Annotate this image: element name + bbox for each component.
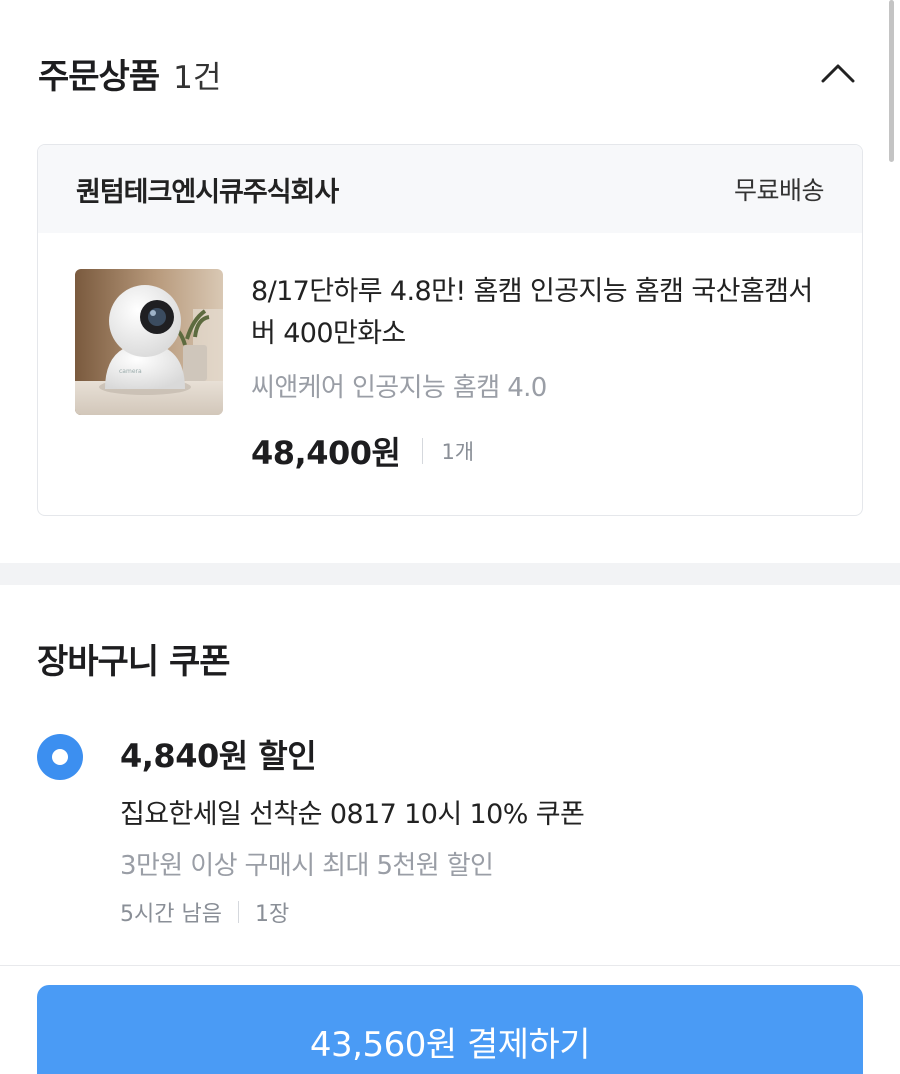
order-title-group: 주문상품 1건 bbox=[38, 49, 221, 98]
seller-header: 퀀텀테크엔시큐주식회사 무료배송 bbox=[38, 145, 862, 233]
product-option: 씨앤케어 인공지능 홈캠 4.0 bbox=[251, 373, 547, 403]
coupon-count: 1장 bbox=[254, 902, 290, 927]
collapse-button[interactable] bbox=[816, 51, 860, 95]
radio-dot-icon bbox=[52, 749, 68, 765]
bottom-divider bbox=[0, 965, 900, 966]
pay-button[interactable]: 43,560원 결제하기 bbox=[37, 985, 863, 1074]
coupon-details: 4,840원 할인 집요한세일 선착순 0817 10시 10% 쿠폰 3만원 … bbox=[120, 730, 820, 928]
order-section-title: 주문상품 bbox=[38, 56, 160, 97]
checkout-page: 주문상품 1건 퀀텀테크엔시큐주식회사 무료배송 camera 8/17단하루 … bbox=[0, 0, 900, 1074]
seller-card: 퀀텀테크엔시큐주식회사 무료배송 camera 8/17단하루 4.8만! 홈캠… bbox=[37, 144, 863, 516]
product-quantity: 1개 bbox=[441, 440, 475, 464]
order-section-header: 주문상품 1건 bbox=[38, 48, 860, 98]
coupon-radio-selected[interactable] bbox=[37, 734, 83, 780]
coupon-name: 집요한세일 선착순 0817 10시 10% 쿠폰 bbox=[120, 799, 585, 830]
product-info: 8/17단하루 4.8만! 홈캠 인공지능 홈캠 국산홈캠서버 400만화소 씨… bbox=[251, 271, 822, 474]
chevron-up-icon bbox=[821, 64, 855, 83]
coupon-meta: 5시간 남음 1장 bbox=[120, 896, 820, 928]
section-divider bbox=[0, 563, 900, 585]
scrollbar[interactable] bbox=[889, 0, 894, 162]
divider bbox=[422, 438, 424, 464]
product-title[interactable]: 8/17단하루 4.8만! 홈캠 인공지능 홈캠 국산홈캠서버 400만화소 bbox=[251, 271, 822, 355]
price-row: 48,400원 1개 bbox=[251, 428, 822, 474]
product-thumbnail[interactable]: camera bbox=[75, 269, 223, 415]
home-camera-image: camera bbox=[75, 269, 223, 415]
order-item-count: 1건 bbox=[173, 59, 222, 96]
seller-name: 퀀텀테크엔시큐주식회사 bbox=[76, 176, 339, 208]
shipping-label: 무료배송 bbox=[733, 176, 825, 205]
coupon-discount: 4,840원 할인 bbox=[120, 737, 317, 775]
divider bbox=[237, 901, 239, 923]
product-price: 48,400원 bbox=[251, 434, 401, 472]
coupon-time-left: 5시간 남음 bbox=[120, 902, 222, 927]
coupon-condition: 3만원 이상 구매시 최대 5천원 할인 bbox=[120, 851, 494, 881]
coupon-section-title: 장바구니 쿠폰 bbox=[37, 642, 231, 682]
product-item[interactable]: camera 8/17단하루 4.8만! 홈캠 인공지능 홈캠 국산홈캠서버 4… bbox=[38, 233, 862, 515]
svg-text:camera: camera bbox=[119, 368, 142, 375]
pay-button-label: 43,560원 결제하기 bbox=[309, 1025, 591, 1065]
